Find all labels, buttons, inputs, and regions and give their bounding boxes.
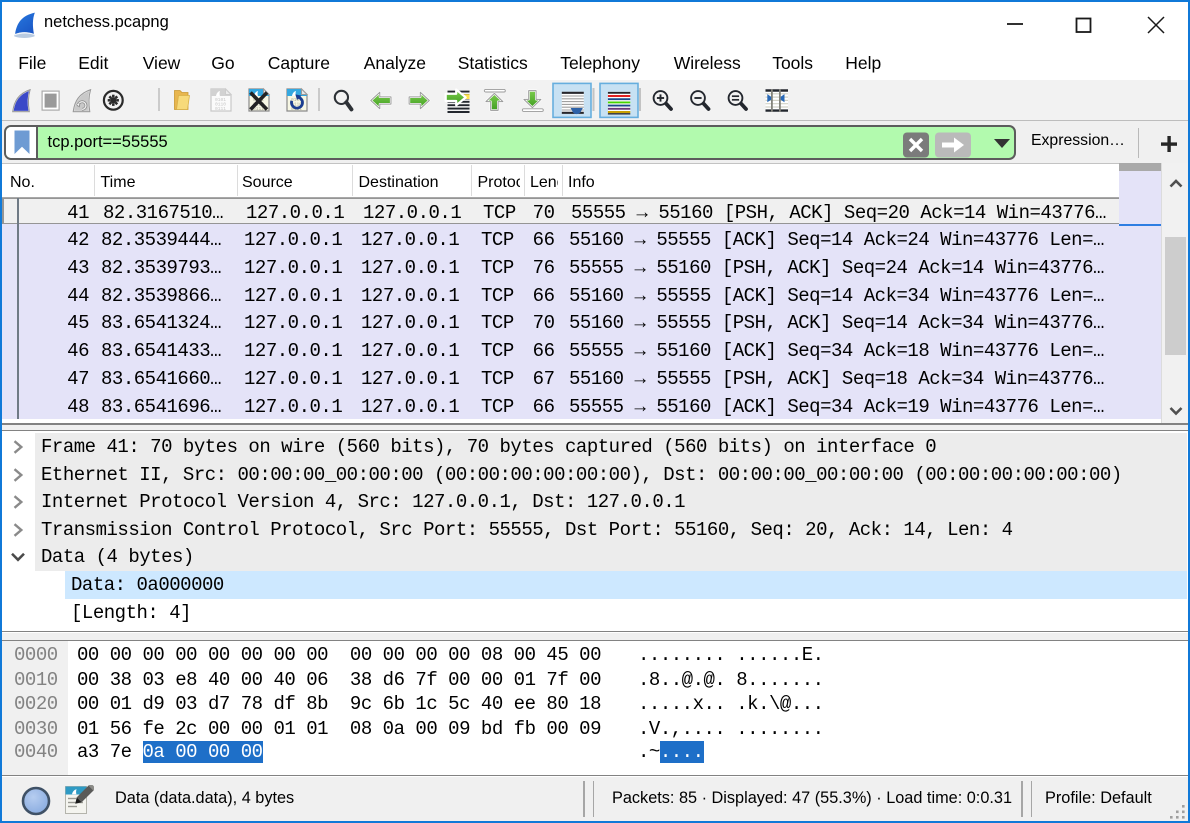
svg-text:0111: 0111 [215,106,226,112]
